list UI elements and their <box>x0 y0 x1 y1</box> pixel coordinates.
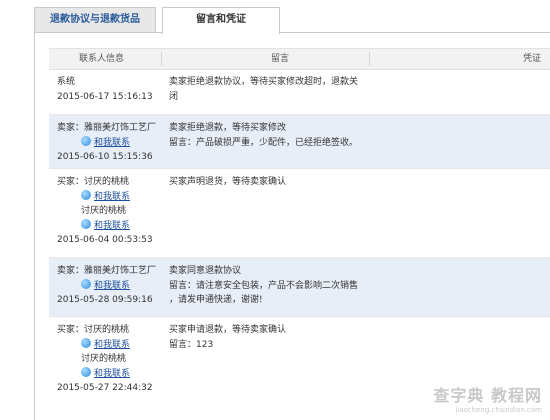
buyer-nickname: 讨厌的桃桃 <box>81 354 127 364</box>
timestamp: 2015-05-28 09:59:16 <box>57 295 153 305</box>
wangwang-chat-icon[interactable] <box>81 218 91 229</box>
message-line: 闭 <box>169 91 179 102</box>
message-cell: 买家声明退货，等待卖家确认 <box>169 175 359 190</box>
message-line: 留言：产品破损严重，少配件，已经拒绝签收。 <box>169 137 359 148</box>
contact-me-link[interactable]: 和我联系 <box>94 138 130 148</box>
timestamp: 2015-06-10 15:15:36 <box>57 152 153 162</box>
message-line: 卖家拒绝退款，等待买家修改 <box>169 123 287 133</box>
message-line: 买家申请退款，等待卖家确认 <box>169 325 287 335</box>
contact-me-link[interactable]: 和我联系 <box>94 221 130 231</box>
table-row: 卖家：雅丽美灯饰工艺厂 和我联系 2015-05-28 09:59:16 卖家同… <box>49 258 550 317</box>
contact-info-cell: 卖家：雅丽美灯饰工艺厂 和我联系 2015-06-10 15:15:36 <box>57 121 165 165</box>
contact-me-link[interactable]: 和我联系 <box>94 369 130 379</box>
column-divider <box>369 52 370 66</box>
contact-me-link[interactable]: 和我联系 <box>94 340 130 350</box>
timestamp: 2015-06-04 00:53:53 <box>57 235 153 245</box>
wangwang-chat-icon[interactable] <box>81 366 91 377</box>
column-contact-info: 联系人信息 <box>79 54 125 64</box>
wangwang-chat-icon[interactable] <box>81 189 91 200</box>
message-cell: 卖家同意退款协议 留言：请注意安全包装，产品不会影响二次销售 ，请发申通快递，谢… <box>169 264 359 308</box>
buyer-nickname: 讨厌的桃桃 <box>81 206 127 216</box>
table-row: 系统 2015-06-17 15:16:13 卖家拒绝退款协议，等待买家修改超时… <box>49 69 550 115</box>
column-evidence: 凭证 <box>523 54 542 64</box>
wangwang-chat-icon[interactable] <box>81 135 91 146</box>
table-header: 联系人信息 留言 凭证 <box>49 48 550 70</box>
contact-info-cell: 卖家：雅丽美灯饰工艺厂 和我联系 2015-05-28 09:59:16 <box>57 264 165 308</box>
contact-info-cell: 买家：讨厌的桃桃 和我联系 讨厌的桃桃 和我联系 2015-06-04 00:5… <box>57 175 165 248</box>
column-message: 留言 <box>271 54 290 64</box>
message-line: ，请发申通快递，谢谢! <box>169 295 263 305</box>
watermark-title: 查字典 教程网 <box>433 386 542 405</box>
table-row: 买家：讨厌的桃桃 和我联系 讨厌的桃桃 和我联系 2015-06-04 00:5… <box>49 169 550 258</box>
contact-info-cell: 系统 2015-06-17 15:16:13 <box>57 75 165 104</box>
timestamp: 2015-06-17 15:16:13 <box>57 91 153 102</box>
tab-messages-evidence[interactable]: 留言和凭证 <box>162 7 280 34</box>
message-line: 卖家拒绝退款协议，等待买家修改超时，退款关 <box>169 77 359 87</box>
sender-name: 买家：讨厌的桃桃 <box>57 325 130 335</box>
message-line: 买家声明退货，等待卖家确认 <box>169 177 287 187</box>
contact-me-link[interactable]: 和我联系 <box>94 281 130 291</box>
contact-me-link[interactable]: 和我联系 <box>94 192 130 202</box>
watermark-url: jiaocheng.chazidian.com <box>455 406 542 414</box>
message-cell: 买家申请退款，等待卖家确认 留言：123 <box>169 323 359 352</box>
column-divider <box>161 52 162 66</box>
message-cell: 卖家拒绝退款，等待买家修改 留言：产品破损严重，少配件，已经拒绝签收。 <box>169 121 359 150</box>
table-row: 卖家：雅丽美灯饰工艺厂 和我联系 2015-06-10 15:15:36 卖家拒… <box>49 115 550 169</box>
sender-name: 卖家：雅丽美灯饰工艺厂 <box>57 266 157 276</box>
message-cell: 卖家拒绝退款协议，等待买家修改超时，退款关 闭 <box>169 75 359 104</box>
timestamp: 2015-05-27 22:44:32 <box>57 383 153 393</box>
message-line: 卖家同意退款协议 <box>169 266 242 276</box>
wangwang-chat-icon[interactable] <box>81 337 91 348</box>
message-line: 留言：请注意安全包装，产品不会影响二次销售 <box>169 280 359 291</box>
sender-name: 系统 <box>57 77 76 87</box>
tab-refund-agreement[interactable]: 退款协议与退款货品 <box>34 7 156 32</box>
wangwang-chat-icon[interactable] <box>81 278 91 289</box>
sender-name: 卖家：雅丽美灯饰工艺厂 <box>57 123 157 133</box>
messages-panel: 联系人信息 留言 凭证 系统 2015-06-17 15:16:13 卖家拒绝退… <box>34 32 550 420</box>
sender-name: 买家：讨厌的桃桃 <box>57 177 130 187</box>
contact-info-cell: 买家：讨厌的桃桃 和我联系 讨厌的桃桃 和我联系 2015-05-27 22:4… <box>57 323 165 396</box>
message-line: 留言：123 <box>169 339 214 350</box>
watermark: 查字典 教程网 jiaocheng.chazidian.com <box>433 382 542 414</box>
